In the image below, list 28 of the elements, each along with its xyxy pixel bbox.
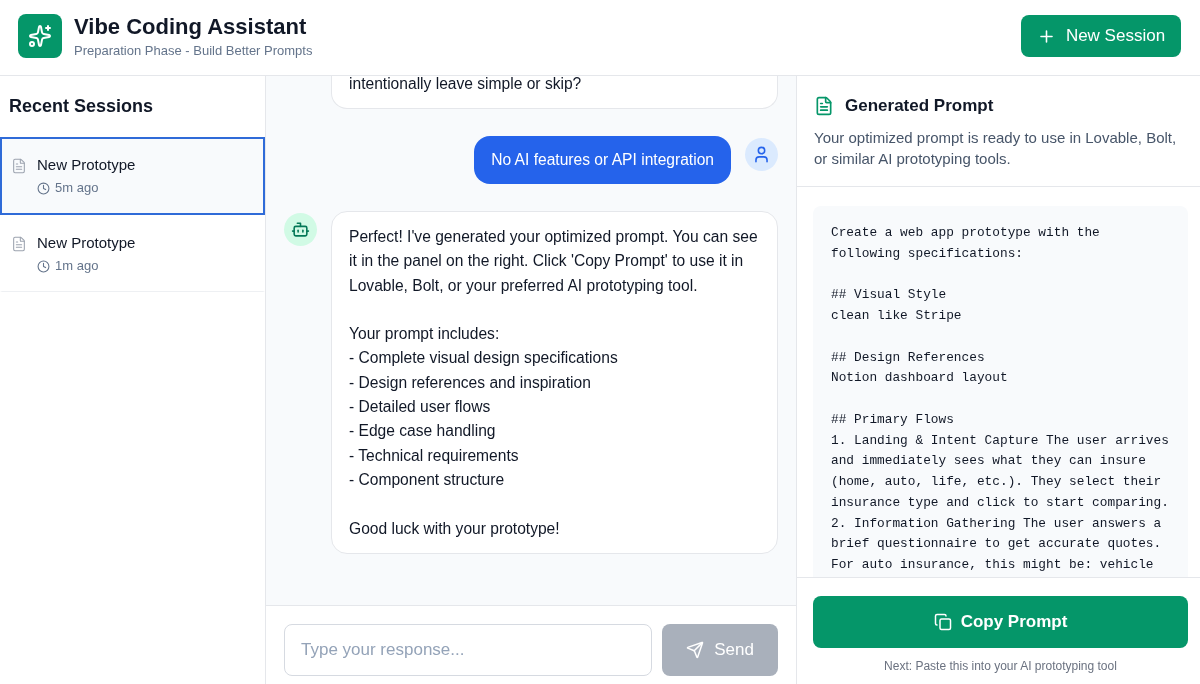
- sparkles-icon: [18, 14, 62, 58]
- session-title: New Prototype: [37, 233, 136, 253]
- session-time: 5m ago: [55, 179, 99, 197]
- prompt-text: Create a web app prototype with the following specifications: ## Visual Style clean like Stripe ## Design References Notion dashboard layout ## Primary Flows 1. Landing & Intent Capture The user arrives and immediately sees what they can insure (home, auto, life, etc.). They select their insurance type and click to start comparing. 2. Information Gathering The user answers a brief questionnaire to get accurate quotes. For auto insurance, this might be: vehicle: [813, 206, 1188, 577]
- response-input[interactable]: Type your response...: [284, 624, 652, 676]
- assistant-message: intentionally leave simple or skip?: [331, 76, 778, 109]
- copy-prompt-button[interactable]: Copy Prompt: [813, 596, 1188, 648]
- panel-title: Generated Prompt: [845, 95, 994, 117]
- session-title: New Prototype: [37, 155, 136, 175]
- app-title: Vibe Coding Assistant: [74, 13, 308, 40]
- app-subtitle: Preparation Phase - Build Better Prompts: [74, 41, 313, 59]
- next-step-hint: Next: Paste this into your AI prototyping tool: [883, 658, 1118, 674]
- sidebar-heading: Recent Sessions: [8, 95, 155, 118]
- robot-icon: [284, 213, 317, 246]
- document-icon: [11, 158, 27, 174]
- session-time: 1m ago: [55, 257, 99, 275]
- send-icon: [686, 641, 705, 659]
- copy-icon: [933, 613, 952, 631]
- new-session-button[interactable]: New Session: [1021, 15, 1181, 57]
- person-icon: [745, 138, 778, 171]
- panel-description: Your optimized prompt is ready to use in Lovable, Bolt, or similar AI prototyping tools.: [814, 128, 1178, 169]
- document-icon: [11, 236, 27, 252]
- clock-icon: [37, 259, 50, 273]
- document-icon: [814, 96, 834, 116]
- session-item[interactable]: New Prototype 5m ago: [0, 137, 265, 215]
- clock-icon: [37, 181, 50, 195]
- assistant-message: Perfect! I've generated your optimized prompt. You can see it in the panel on the right. Click 'Copy Prompt' to use it in Lovable, Bolt, or your preferred AI prototyping tool. Your prompt includes: - Complete visual design specifications - Design references and inspiration - Detailed user flows - Edge case handling - Technical requirements - Component structure Good luck with your prototype!: [331, 211, 778, 554]
- user-message: No AI features or API integration: [474, 136, 731, 184]
